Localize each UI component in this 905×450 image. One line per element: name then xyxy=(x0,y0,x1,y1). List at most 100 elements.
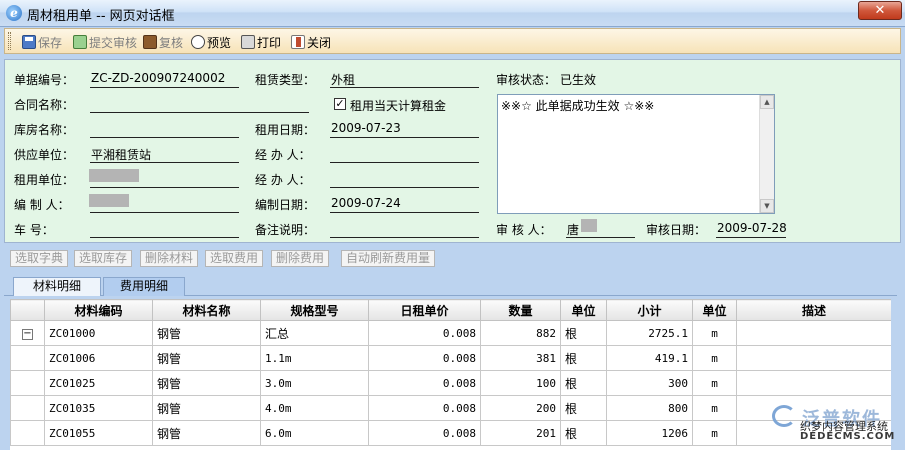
table-row[interactable]: ZC01025 钢管 3.0m 0.008 100 根 300 m xyxy=(10,370,891,396)
preview-button[interactable]: 预览 xyxy=(191,33,231,51)
col-header-spec[interactable]: 规格型号 xyxy=(260,299,369,321)
cell-qty: 100 xyxy=(480,370,561,396)
warehouse-label: 库房名称： xyxy=(14,123,75,137)
select-stock-button[interactable]: 选取库存 xyxy=(74,250,133,267)
rent-date-label: 租用日期： xyxy=(255,123,316,137)
save-button[interactable]: 保存 xyxy=(22,33,62,51)
delete-material-button[interactable]: 删除材料 xyxy=(140,250,199,267)
audit-comment-text: ※※☆ 此单据成功生效 ☆※※ xyxy=(501,99,655,113)
cell-subtotal: 800 xyxy=(606,395,693,421)
recheck-button[interactable]: 复核 xyxy=(143,33,183,51)
cell-unit: 根 xyxy=(560,370,607,396)
cell-unit: 根 xyxy=(560,395,607,421)
cell-subtotal: 419.1 xyxy=(606,345,693,371)
title-bar: e 周材租用单 -- 网页对话框 ✕ xyxy=(0,0,905,27)
audit-status-value: 已生效 xyxy=(560,73,597,87)
save-label: 保存 xyxy=(38,35,63,50)
renter-label: 租用单位： xyxy=(14,173,75,187)
window-title: 周材租用单 -- 网页对话框 xyxy=(27,9,175,24)
cell-code: ZC01006 xyxy=(44,345,153,371)
supplier-field[interactable] xyxy=(90,162,239,163)
material-grid: 材料编码 材料名称 规格型号 日租单价 数量 单位 小计 单位 描述 − ZC0… xyxy=(10,299,891,450)
remark-field[interactable] xyxy=(330,237,479,238)
create-date-value: 2009-07-24 xyxy=(331,196,401,210)
creator-field xyxy=(90,212,239,213)
print-label: 打印 xyxy=(257,35,282,50)
delete-fee-button[interactable]: 删除费用 xyxy=(271,250,330,267)
cell-unit2: m xyxy=(692,370,737,396)
col-header-name[interactable]: 材料名称 xyxy=(152,299,261,321)
remark-label: 备注说明： xyxy=(255,223,316,237)
ie-icon: e xyxy=(6,5,22,21)
auditor-label: 审 核 人： xyxy=(496,223,552,237)
submit-review-button[interactable]: 提交审核 xyxy=(73,33,137,51)
cell-subtotal: 1206 xyxy=(606,420,693,446)
audit-comment-textarea[interactable]: ※※☆ 此单据成功生效 ☆※※ ▲ ▼ xyxy=(497,94,775,214)
contract-field[interactable] xyxy=(90,112,309,113)
cell-spec: 汇总 xyxy=(260,320,369,346)
renter-redacted xyxy=(89,169,139,182)
rent-date-field[interactable] xyxy=(330,137,479,138)
table-row[interactable]: ZC01006 钢管 1.1m 0.008 381 根 419.1 m xyxy=(10,345,891,371)
col-header-unit2[interactable]: 单位 xyxy=(692,299,737,321)
select-dictionary-button[interactable]: 选取字典 xyxy=(10,250,69,267)
submit-review-label: 提交审核 xyxy=(89,35,138,50)
col-header-code[interactable]: 材料编码 xyxy=(44,299,153,321)
cell-name: 钢管 xyxy=(152,345,261,371)
audit-date-value: 2009-07-28 xyxy=(717,221,787,235)
handler2-field[interactable] xyxy=(330,187,479,188)
cell-qty: 201 xyxy=(480,420,561,446)
row-expander-cell xyxy=(10,395,45,421)
close-icon xyxy=(291,35,305,49)
col-header-desc[interactable]: 描述 xyxy=(736,299,891,321)
print-button[interactable]: 打印 xyxy=(241,33,281,51)
col-header-subtotal[interactable]: 小计 xyxy=(606,299,693,321)
renter-field[interactable] xyxy=(90,187,239,188)
cell-unit: 根 xyxy=(560,420,607,446)
handler1-field[interactable] xyxy=(330,162,479,163)
textarea-scrollbar[interactable]: ▲ ▼ xyxy=(759,95,774,213)
cell-unit2: m xyxy=(692,395,737,421)
cell-subtotal: 300 xyxy=(606,370,693,396)
grid-header-row: 材料编码 材料名称 规格型号 日租单价 数量 单位 小计 单位 描述 xyxy=(10,299,891,321)
auditor-field xyxy=(566,237,635,238)
scroll-down-icon[interactable]: ▼ xyxy=(760,199,774,213)
cell-price: 0.008 xyxy=(368,420,481,446)
watermark-logo-icon xyxy=(772,405,796,427)
scroll-up-icon[interactable]: ▲ xyxy=(760,95,774,109)
cell-code: ZC01000 xyxy=(44,320,153,346)
table-row[interactable]: ZC01035 钢管 4.0m 0.008 200 根 800 m xyxy=(10,395,891,421)
watermark-domain: DEDECMS.COM xyxy=(800,431,896,442)
cell-unit: 根 xyxy=(560,345,607,371)
table-row[interactable]: ZC01055 钢管 6.0m 0.008 201 根 1206 m xyxy=(10,420,891,446)
row-expander-cell xyxy=(10,420,45,446)
vehicle-label: 车 号： xyxy=(14,223,54,237)
col-header-unit[interactable]: 单位 xyxy=(560,299,607,321)
cell-price: 0.008 xyxy=(368,345,481,371)
lease-type-field[interactable] xyxy=(330,87,479,88)
tab-material-detail[interactable]: 材料明细 xyxy=(13,277,101,296)
close-label: 关闭 xyxy=(307,35,332,50)
supplier-label: 供应单位： xyxy=(14,148,75,162)
submit-review-icon xyxy=(73,35,87,49)
close-button[interactable]: 关闭 xyxy=(291,33,331,51)
table-row[interactable]: − ZC01000 钢管 汇总 0.008 882 根 2725.1 m xyxy=(10,320,891,346)
vehicle-field[interactable] xyxy=(90,237,239,238)
same-day-label: 租用当天计算租金 xyxy=(350,99,447,113)
same-day-checkbox[interactable]: ✓ xyxy=(334,98,346,110)
warehouse-field[interactable] xyxy=(90,137,239,138)
cell-desc xyxy=(736,345,891,371)
collapse-icon[interactable]: − xyxy=(22,329,33,340)
doc-no-value: ZC-ZD-200907240002 xyxy=(91,71,226,85)
tab-fee-detail[interactable]: 费用明细 xyxy=(103,277,185,296)
row-expander-cell[interactable]: − xyxy=(10,320,45,346)
col-header-price[interactable]: 日租单价 xyxy=(368,299,481,321)
material-table: 材料编码 材料名称 规格型号 日租单价 数量 单位 小计 单位 描述 − ZC0… xyxy=(10,299,891,446)
cell-code: ZC01055 xyxy=(44,420,153,446)
window-close-button[interactable]: ✕ xyxy=(858,1,902,20)
select-fee-button[interactable]: 选取费用 xyxy=(205,250,264,267)
create-date-field[interactable] xyxy=(330,212,479,213)
watermark: 泛普软件 织梦内容管理系统 DEDECMS.COM xyxy=(772,405,903,449)
auto-refresh-fee-button[interactable]: 自动刷新费用量 xyxy=(341,250,436,267)
col-header-qty[interactable]: 数量 xyxy=(480,299,561,321)
